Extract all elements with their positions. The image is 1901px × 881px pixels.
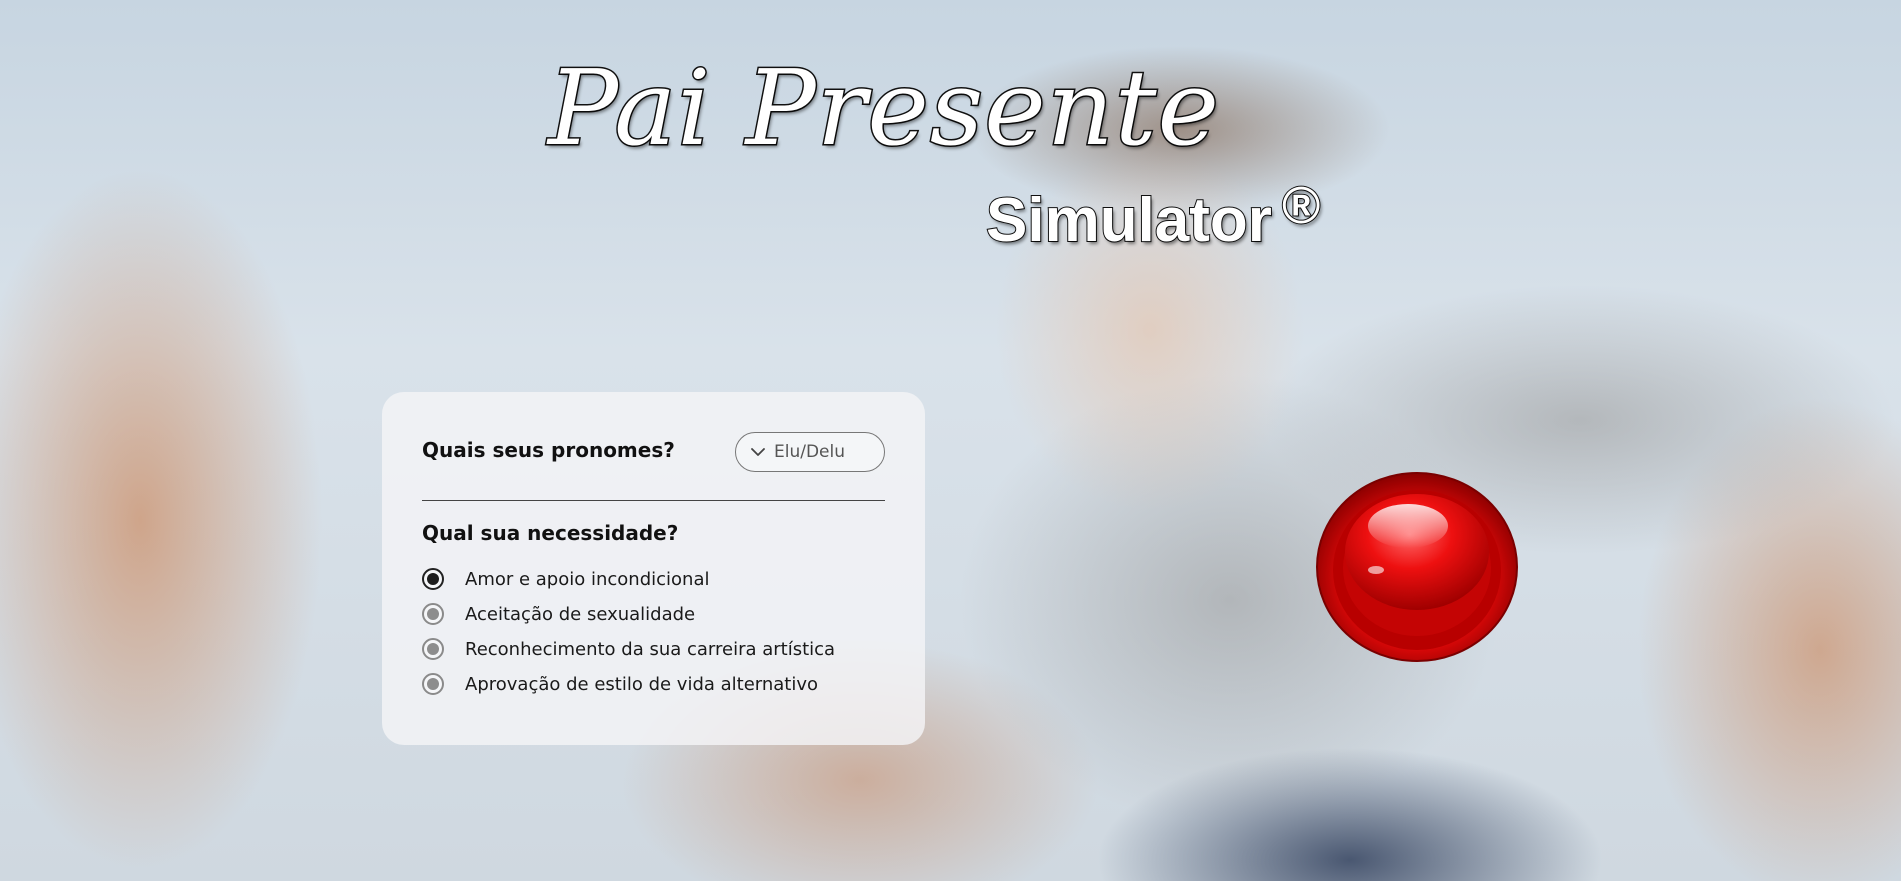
app-logo: Pai Presente Simulator ® xyxy=(546,47,1348,257)
need-option-label: Aprovação de estilo de vida alternativo xyxy=(465,673,819,695)
logo-subtitle: Simulator ® xyxy=(985,170,1321,257)
logo-subtitle-text: Simulator xyxy=(985,185,1273,256)
need-option-4[interactable]: Aprovação de estilo de vida alternativo xyxy=(422,672,818,696)
need-option-1[interactable]: Amor e apoio incondicional xyxy=(422,567,710,591)
form-panel: Quais seus pronomes? Elu/Delu Qual sua n… xyxy=(382,392,925,745)
radio-button[interactable] xyxy=(422,568,444,590)
red-push-button[interactable] xyxy=(1316,472,1518,662)
button-highlight xyxy=(1368,504,1448,548)
need-option-2[interactable]: Aceitação de sexualidade xyxy=(422,602,695,626)
divider xyxy=(422,500,885,501)
need-option-label: Aceitação de sexualidade xyxy=(465,603,696,625)
button-glint xyxy=(1368,566,1384,574)
registered-mark: ® xyxy=(1281,176,1321,236)
need-option-label: Reconhecimento da sua carreira artística xyxy=(465,638,836,660)
need-option-label: Amor e apoio incondicional xyxy=(465,568,710,590)
radio-button[interactable] xyxy=(422,638,444,660)
logo-title: Pai Presente xyxy=(546,47,1221,170)
need-question: Qual sua necessidade? xyxy=(422,521,679,545)
pronoun-select-value: Elu/Delu xyxy=(774,442,846,462)
pronoun-select[interactable]: Elu/Delu xyxy=(735,432,885,472)
radio-button[interactable] xyxy=(422,603,444,625)
need-option-3[interactable]: Reconhecimento da sua carreira artística xyxy=(422,637,835,661)
pronoun-question: Quais seus pronomes? xyxy=(422,438,675,462)
radio-button[interactable] xyxy=(422,673,444,695)
chevron-down-icon xyxy=(751,448,765,456)
